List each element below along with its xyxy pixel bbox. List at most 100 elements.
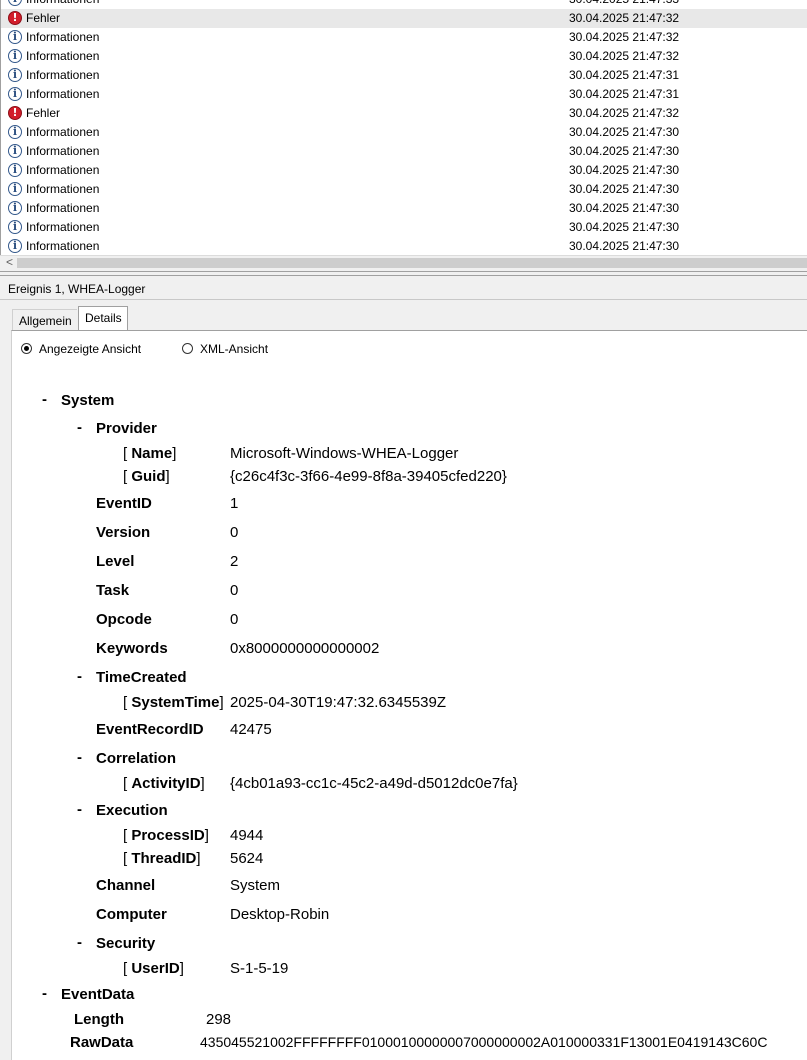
node-eventdata: EventData [61,986,135,1003]
field-eventrecordid: EventRecordID [96,721,204,738]
row-datetime: 30.04.2025 21:47:30 [569,125,680,139]
radio-button-selected[interactable] [21,343,32,354]
table-row[interactable]: i Informationen 30.04.2025 21:47:30 [1,237,807,255]
row-level: Informationen [26,144,100,158]
event-detail-view: - System - Provider [ Name] Microsoft-Wi… [29,371,807,1059]
table-row[interactable]: ! Fehler 30.04.2025 21:47:32 [1,9,807,28]
attr-userid-value: S-1-5-19 [230,960,289,977]
info-icon: i [8,220,22,234]
scroll-left-arrow[interactable]: < [6,255,13,269]
row-level: Informationen [26,239,100,253]
attr-processid-key: ProcessID [131,827,205,844]
table-row[interactable]: i Informationen 30.04.2025 21:47:30 [1,218,807,237]
row-level: Informationen [26,201,100,215]
friendly-view-label[interactable]: Angezeigte Ansicht [39,342,141,356]
row-datetime: 30.04.2025 21:47:32 [569,106,680,120]
info-icon: i [8,30,22,44]
table-row[interactable]: i Informationen 30.04.2025 21:47:30 [1,180,807,199]
table-row[interactable]: i Informationen 30.04.2025 21:47:31 [1,85,807,104]
attr-name-key: Name [131,445,173,462]
row-level: Informationen [26,68,100,82]
info-icon: i [8,182,22,196]
field-rawdata: RawData [70,1034,134,1051]
collapse-toggle-eventdata[interactable]: - [42,985,47,1002]
table-row[interactable]: i Informationen 30.04.2025 21:47:30 [1,123,807,142]
row-datetime: 30.04.2025 21:47:30 [569,220,680,234]
field-task-value: 0 [230,582,239,599]
attr-userid-key: UserID [131,960,180,977]
field-eventrecordid-value: 42475 [230,721,272,738]
table-row[interactable]: i Informationen 30.04.2025 21:47:32 [1,47,807,66]
row-datetime: 30.04.2025 21:47:32 [569,49,680,63]
attr-processid: [ ProcessID] [123,827,209,844]
collapse-toggle-execution[interactable]: - [77,801,82,818]
info-icon: i [8,49,22,63]
table-row[interactable]: i Informationen 30.04.2025 21:47:30 [1,199,807,218]
table-row[interactable]: i Informationen 30.04.2025 21:47:30 [1,142,807,161]
table-row[interactable]: i Informationen 30.04.2025 21:47:33 [1,0,807,9]
row-level: Informationen [26,30,100,44]
table-row[interactable]: ! Fehler 30.04.2025 21:47:32 [1,104,807,123]
attr-guid: [ Guid] [123,468,170,485]
collapse-toggle-security[interactable]: - [77,934,82,951]
field-opcode-value: 0 [230,611,239,628]
info-icon: i [8,87,22,101]
attr-threadid-key: ThreadID [131,850,197,867]
table-row[interactable]: i Informationen 30.04.2025 21:47:31 [1,66,807,85]
field-channel-value: System [230,877,281,894]
node-security: Security [96,935,156,952]
field-channel: Channel [96,877,156,894]
pane-splitter[interactable] [0,271,807,276]
field-length-value: 298 [206,1011,232,1028]
node-timecreated: TimeCreated [96,669,187,686]
collapse-toggle-provider[interactable]: - [77,419,82,436]
tab-details[interactable]: Details [78,306,128,331]
row-level: Informationen [26,0,99,6]
row-datetime: 30.04.2025 21:47:30 [569,163,680,177]
info-icon: i [8,68,22,82]
attr-userid: [ UserID] [123,960,184,977]
info-icon: i [8,125,22,139]
tab-general[interactable]: Allgemein [12,309,77,330]
field-level-value: 2 [230,553,239,570]
row-level: Informationen [26,220,100,234]
attr-systemtime-key: SystemTime [131,694,220,711]
radio-button-unselected[interactable] [182,343,193,354]
row-datetime: 30.04.2025 21:47:30 [569,144,680,158]
row-level: Informationen [26,182,100,196]
horizontal-scrollbar[interactable]: < [0,255,807,271]
attr-guid-key: Guid [131,468,166,485]
xml-view-label[interactable]: XML-Ansicht [200,342,268,356]
node-correlation: Correlation [96,750,177,767]
field-task: Task [96,582,130,599]
info-icon: i [8,163,22,177]
row-level: Fehler [26,106,61,120]
field-eventid-value: 1 [230,495,239,512]
attr-threadid: [ ThreadID] [123,850,201,867]
row-level: Informationen [26,163,100,177]
attr-name-value: Microsoft-Windows-WHEA-Logger [230,445,459,462]
scrollbar-thumb[interactable] [17,258,807,268]
row-datetime: 30.04.2025 21:47:33 [569,0,679,6]
info-icon: i [8,201,22,215]
field-keywords-value: 0x8000000000000002 [230,640,380,657]
field-level: Level [96,553,135,570]
event-title: Ereignis 1, WHEA-Logger [8,282,146,296]
info-icon: i [8,239,22,253]
collapse-toggle-timecreated[interactable]: - [77,668,82,685]
row-level: Informationen [26,49,100,63]
table-row[interactable]: i Informationen 30.04.2025 21:47:32 [1,28,807,47]
event-list: i Informationen 30.04.2025 21:47:33 ! Fehler… [0,0,807,255]
event-detail-header: Ereignis 1, WHEA-Logger [0,277,807,300]
field-rawdata-value: 435045521002FFFFFFFF01000100000007000000… [200,1034,768,1050]
table-row[interactable]: i Informationen 30.04.2025 21:47:30 [1,161,807,180]
node-system: System [61,392,115,409]
info-icon: i [8,144,22,158]
info-icon: i [8,0,22,6]
collapse-toggle-system[interactable]: - [42,391,47,408]
row-datetime: 30.04.2025 21:47:32 [569,30,680,44]
attr-activityid-key: ActivityID [131,775,201,792]
collapse-toggle-correlation[interactable]: - [77,749,82,766]
field-opcode: Opcode [96,611,152,628]
field-length: Length [74,1011,124,1028]
